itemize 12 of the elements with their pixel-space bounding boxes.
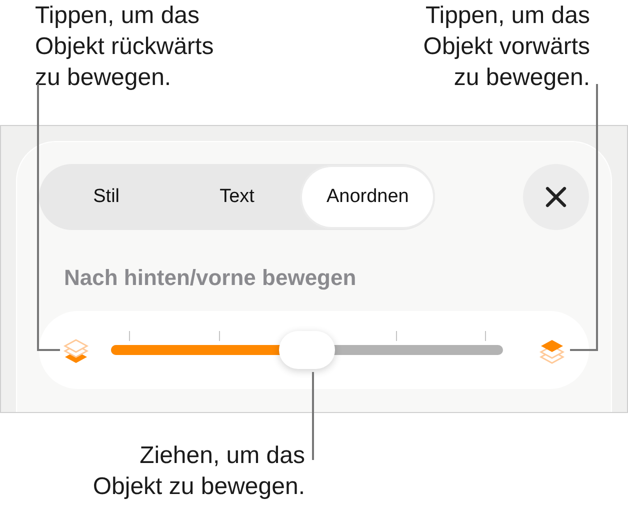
slider-thumb[interactable] [279,331,335,369]
tick-mark [128,331,130,341]
tick-mark [485,331,486,341]
tab[interactable]: Text [172,167,302,227]
callout-text: Tippen, um das Objekt vorwärts zu bewegen. [423,1,590,93]
section-title: Nach hinten/vorne bewegen [64,265,358,291]
tab[interactable]: Stil [41,167,172,227]
callout-text: Tippen, um das Objekt rückwärts zu bewegen. [35,1,214,93]
tick-mark [396,331,397,341]
tick-mark [218,331,220,341]
callout-text: Ziehen, um das Objekt zu bewegen. [92,441,305,502]
tab[interactable]: Anordnen [302,167,434,227]
